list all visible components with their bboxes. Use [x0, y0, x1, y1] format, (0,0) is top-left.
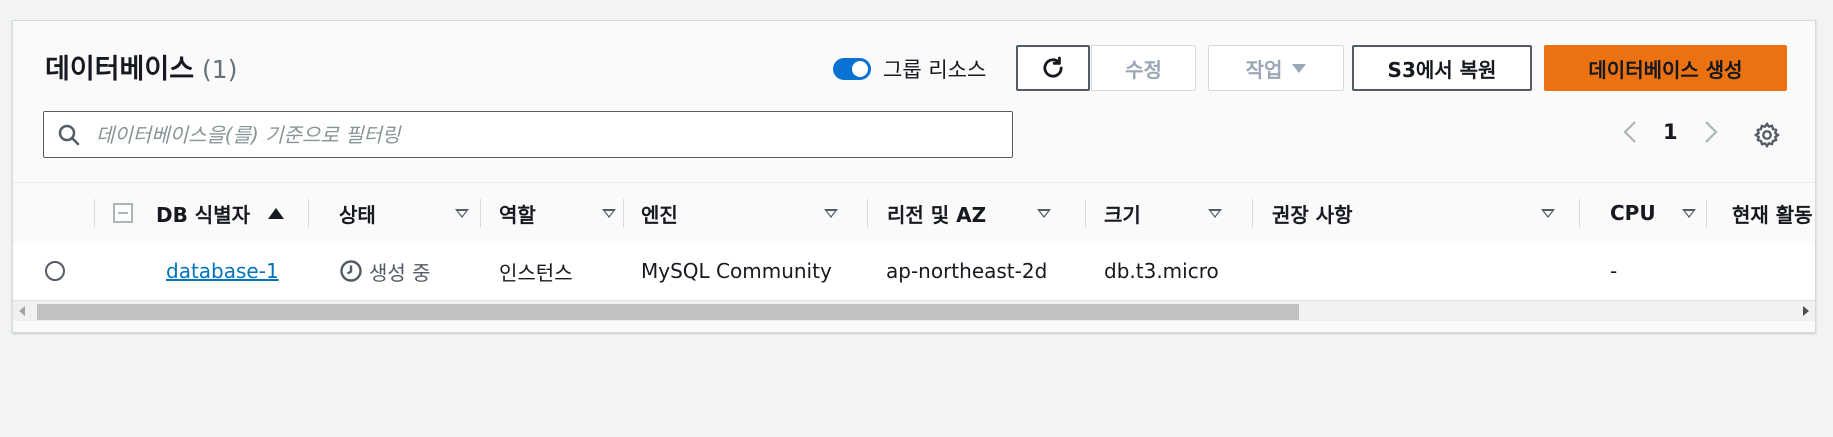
- column-header-cpu[interactable]: CPU: [1610, 183, 1696, 243]
- row-select-radio[interactable]: [45, 243, 65, 299]
- column-label: DB 식별자: [156, 202, 251, 227]
- page-title: 데이터베이스 (1): [45, 47, 237, 86]
- cell-cpu: -: [1610, 259, 1618, 283]
- column-separator: [867, 199, 868, 227]
- sort-icon: [1682, 208, 1696, 218]
- column-header-region-az[interactable]: 리전 및 AZ: [887, 183, 1051, 243]
- restore-from-s3-button[interactable]: S3에서 복원: [1352, 45, 1532, 91]
- column-separator: [1085, 199, 1086, 227]
- column-label: 리전 및 AZ: [887, 202, 987, 227]
- search-input[interactable]: [94, 121, 978, 148]
- sort-icon: [455, 208, 469, 218]
- cell-engine: MySQL Community: [641, 259, 832, 283]
- column-label: 현재 활동: [1732, 202, 1813, 227]
- table-row[interactable]: database-1 생성 중 인스턴스 MySQL Community ap-…: [13, 243, 1815, 299]
- cell-status: 생성 중: [339, 243, 431, 299]
- column-label: 역할: [499, 202, 536, 227]
- group-resources-label: 그룹 리소스: [883, 58, 987, 82]
- column-separator: [94, 199, 95, 227]
- column-header-db-identifier[interactable]: DB 식별자: [156, 183, 285, 243]
- current-page-number[interactable]: 1: [1663, 120, 1678, 144]
- refresh-button[interactable]: [1016, 45, 1090, 91]
- table-header: DB 식별자 상태 역할 엔진 리전 및 AZ 크기 권장 사항 CPU 현재 …: [13, 182, 1815, 244]
- sort-icon: [1037, 208, 1051, 218]
- search-icon: [44, 123, 94, 147]
- cell-size: db.t3.micro: [1104, 259, 1219, 283]
- column-separator: [623, 199, 624, 227]
- cell-role: 인스턴스: [499, 260, 573, 285]
- page-title-text: 데이터베이스: [45, 54, 195, 85]
- toggle-knob: [852, 61, 868, 77]
- pagination: 1: [1621, 119, 1720, 145]
- database-count: (1): [202, 55, 238, 84]
- radio-button[interactable]: [45, 261, 65, 281]
- caret-down-icon: [1292, 63, 1307, 73]
- sort-icon: [1541, 208, 1555, 218]
- column-label: 권장 사항: [1272, 202, 1353, 227]
- column-label: CPU: [1610, 201, 1656, 225]
- sort-icon: [824, 208, 838, 218]
- db-identifier-link[interactable]: database-1: [166, 259, 279, 283]
- status-text: 생성 중: [369, 260, 431, 285]
- column-separator: [1252, 199, 1253, 227]
- select-all-checkbox[interactable]: [113, 183, 133, 243]
- sort-ascending-icon: [268, 207, 285, 219]
- databases-panel: 데이터베이스 (1) 그룹 리소스 수정 작업 S3에서 복원 데이터베이스 생성…: [12, 20, 1816, 333]
- scroll-left-arrow-icon[interactable]: [19, 306, 25, 316]
- horizontal-scrollbar[interactable]: [13, 300, 1815, 321]
- column-separator: [1579, 199, 1580, 227]
- column-header-status[interactable]: 상태: [339, 183, 469, 243]
- column-label: 크기: [1104, 202, 1141, 227]
- scrollbar-thumb[interactable]: [37, 304, 1299, 320]
- sort-icon: [1208, 208, 1222, 218]
- create-database-button[interactable]: 데이터베이스 생성: [1544, 45, 1787, 91]
- preferences-gear-icon[interactable]: [1753, 121, 1781, 153]
- scroll-right-arrow-icon[interactable]: [1803, 306, 1809, 316]
- column-header-engine[interactable]: 엔진: [641, 183, 838, 243]
- filter-search-box[interactable]: [43, 111, 1013, 158]
- column-separator: [1706, 199, 1707, 227]
- actions-dropdown-button[interactable]: 작업: [1208, 45, 1344, 91]
- chevron-left-icon[interactable]: [1621, 119, 1639, 145]
- edit-button[interactable]: 수정: [1091, 45, 1196, 91]
- column-separator: [308, 199, 309, 227]
- toggle-switch[interactable]: [833, 58, 871, 80]
- clock-icon: [340, 260, 362, 282]
- actions-label: 작업: [1245, 57, 1283, 82]
- column-header-size[interactable]: 크기: [1104, 183, 1222, 243]
- sort-icon: [602, 208, 616, 218]
- chevron-right-icon[interactable]: [1702, 119, 1720, 145]
- column-label: 엔진: [641, 202, 678, 227]
- group-resources-toggle[interactable]: 그룹 리소스: [833, 54, 986, 84]
- column-header-recommendations[interactable]: 권장 사항: [1272, 183, 1555, 243]
- cell-db-identifier: database-1: [166, 243, 279, 299]
- refresh-icon: [1043, 56, 1063, 78]
- column-header-current-activity[interactable]: 현재 활동: [1732, 183, 1813, 243]
- column-header-role[interactable]: 역할: [499, 183, 616, 243]
- column-label: 상태: [339, 202, 376, 227]
- cell-region-az: ap-northeast-2d: [886, 259, 1048, 283]
- column-separator: [480, 199, 481, 227]
